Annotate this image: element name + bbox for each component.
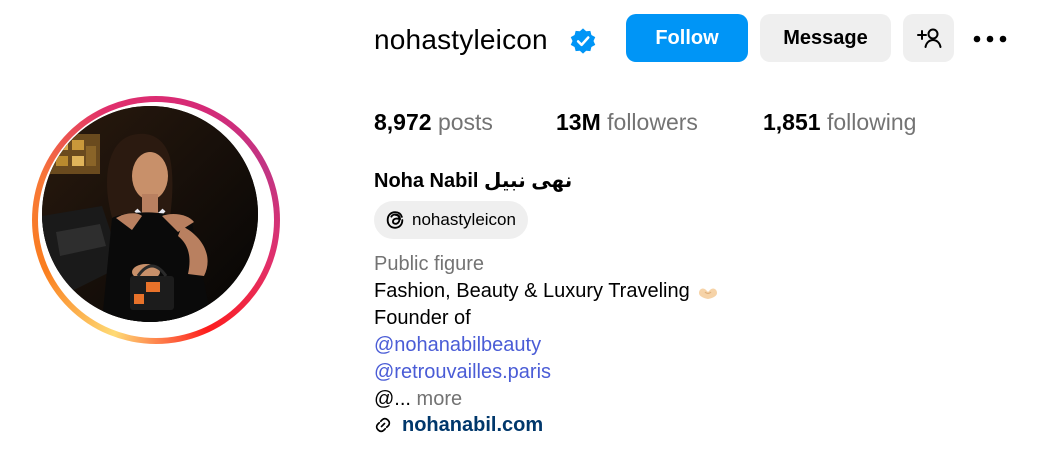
bio-mention-link[interactable]: @retrouvailles.paris xyxy=(374,359,551,385)
story-ring[interactable] xyxy=(32,96,280,344)
profile-header: nohastyleicon Follow Message 8,972 posts… xyxy=(0,0,1050,455)
posts-count: 8,972 xyxy=(374,109,432,135)
following-count: 1,851 xyxy=(763,109,821,135)
following-stat[interactable]: 1,851 following xyxy=(763,108,916,136)
following-label: following xyxy=(826,109,917,135)
bio-mention-link[interactable]: @nohanabilbeauty xyxy=(374,332,541,358)
external-link-text: nohanabil.com xyxy=(402,414,544,436)
threads-badge[interactable]: nohastyleicon xyxy=(374,201,528,239)
threads-handle: nohastyleicon xyxy=(412,210,516,229)
more-options-icon xyxy=(973,35,1007,43)
link-icon xyxy=(375,417,391,433)
bio-line: Founder of xyxy=(374,307,471,329)
bio-truncated-line: @... more xyxy=(374,388,463,410)
follow-button[interactable]: Follow xyxy=(626,14,748,62)
message-button[interactable]: Message xyxy=(760,14,891,62)
add-user-icon xyxy=(916,28,941,48)
bio-more-button[interactable]: more xyxy=(417,388,463,410)
followers-count: 13M xyxy=(556,109,601,135)
profile-avatar[interactable] xyxy=(42,106,258,322)
heart-hands-emoji-icon xyxy=(698,288,717,299)
posts-stat: 8,972 posts xyxy=(374,108,493,136)
posts-label: posts xyxy=(437,109,493,135)
profile-full-name: Noha Nabil نهى نبيل xyxy=(374,170,573,192)
bio-line: Fashion, Beauty & Luxury Traveling xyxy=(374,278,720,304)
suggested-accounts-button[interactable] xyxy=(903,14,954,62)
avatar-photo xyxy=(42,106,258,322)
profile-category: Public figure xyxy=(374,253,485,275)
followers-stat[interactable]: 13M followers xyxy=(556,108,698,136)
verified-badge-icon xyxy=(570,28,596,54)
followers-label: followers xyxy=(607,109,698,135)
profile-username: nohastyleicon xyxy=(374,24,548,55)
external-link[interactable]: nohanabil.com xyxy=(374,412,543,438)
more-options-button[interactable] xyxy=(970,24,1010,54)
threads-icon xyxy=(386,211,404,229)
